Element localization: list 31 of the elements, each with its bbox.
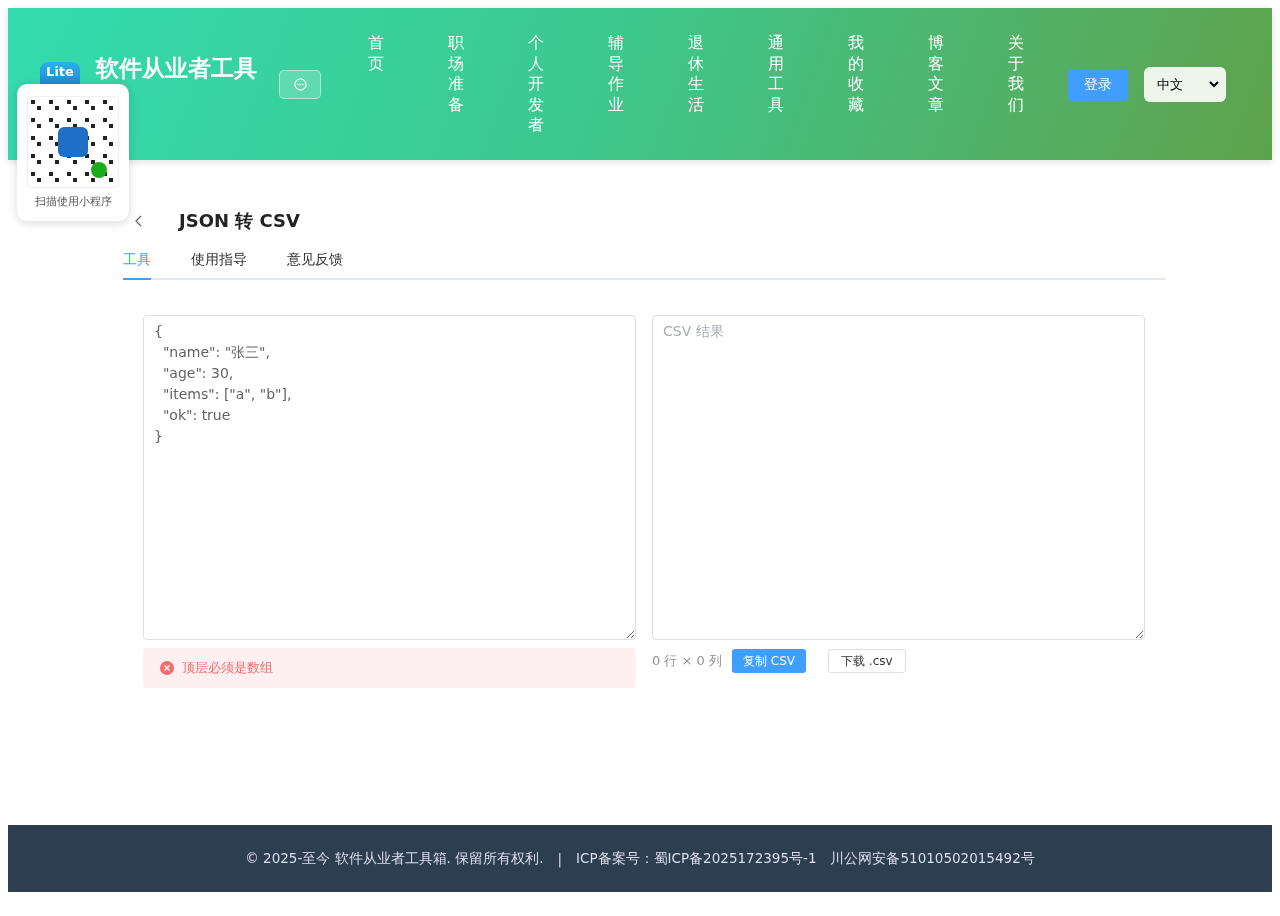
nav-link[interactable]: 职场准备: [448, 33, 464, 136]
site-title: 软件从业者工具: [96, 54, 257, 82]
nav-link[interactable]: 通用工具: [768, 33, 784, 136]
download-csv-button[interactable]: 下载 .csv: [828, 649, 906, 673]
qr-caption: 扫描使用小程序: [34, 194, 112, 209]
icp-link[interactable]: ICP备案号：蜀ICP备2025172395号-1: [576, 849, 817, 868]
copy-csv-button[interactable]: 复制 CSV: [731, 649, 806, 673]
csv-output-field[interactable]: CSV 结果: [652, 315, 1145, 640]
nav-link[interactable]: 博客文章: [928, 33, 944, 136]
nav-link[interactable]: 个人开发者: [528, 33, 544, 136]
error-message: 顶层必须是数组: [182, 659, 273, 677]
nav-link[interactable]: 首页: [368, 33, 384, 136]
json-input-field[interactable]: { "name": "张三", "age": 30, "items": ["a", "b"], "ok": true }: [143, 315, 636, 640]
language-select[interactable]: 中文: [1144, 67, 1226, 102]
nav-link[interactable]: 辅导作业: [608, 33, 624, 136]
nav-link[interactable]: 退休生活: [688, 33, 704, 136]
tab[interactable]: 工具: [123, 251, 151, 280]
row-column-count: 0 行 × 0 列: [652, 652, 722, 670]
tab[interactable]: 使用指导: [191, 251, 247, 280]
tab[interactable]: 意见反馈: [287, 251, 343, 280]
error-icon: [160, 661, 174, 675]
login-button[interactable]: 登录: [1068, 69, 1128, 101]
back-icon[interactable]: [135, 215, 143, 227]
chat-bubble-icon: [293, 78, 307, 91]
nav-link[interactable]: 我的收藏: [848, 33, 864, 136]
police-record-link[interactable]: 川公网安备51010502015492号: [830, 849, 1035, 868]
nav-link[interactable]: 关于我们: [1008, 33, 1024, 136]
page-title: JSON 转 CSV: [179, 209, 300, 233]
copyright-text: © 2025-至今 软件从业者工具箱. 保留所有权利.: [245, 849, 544, 868]
chevron-down-icon: [1209, 81, 1219, 88]
footer-separator: |: [557, 850, 562, 867]
